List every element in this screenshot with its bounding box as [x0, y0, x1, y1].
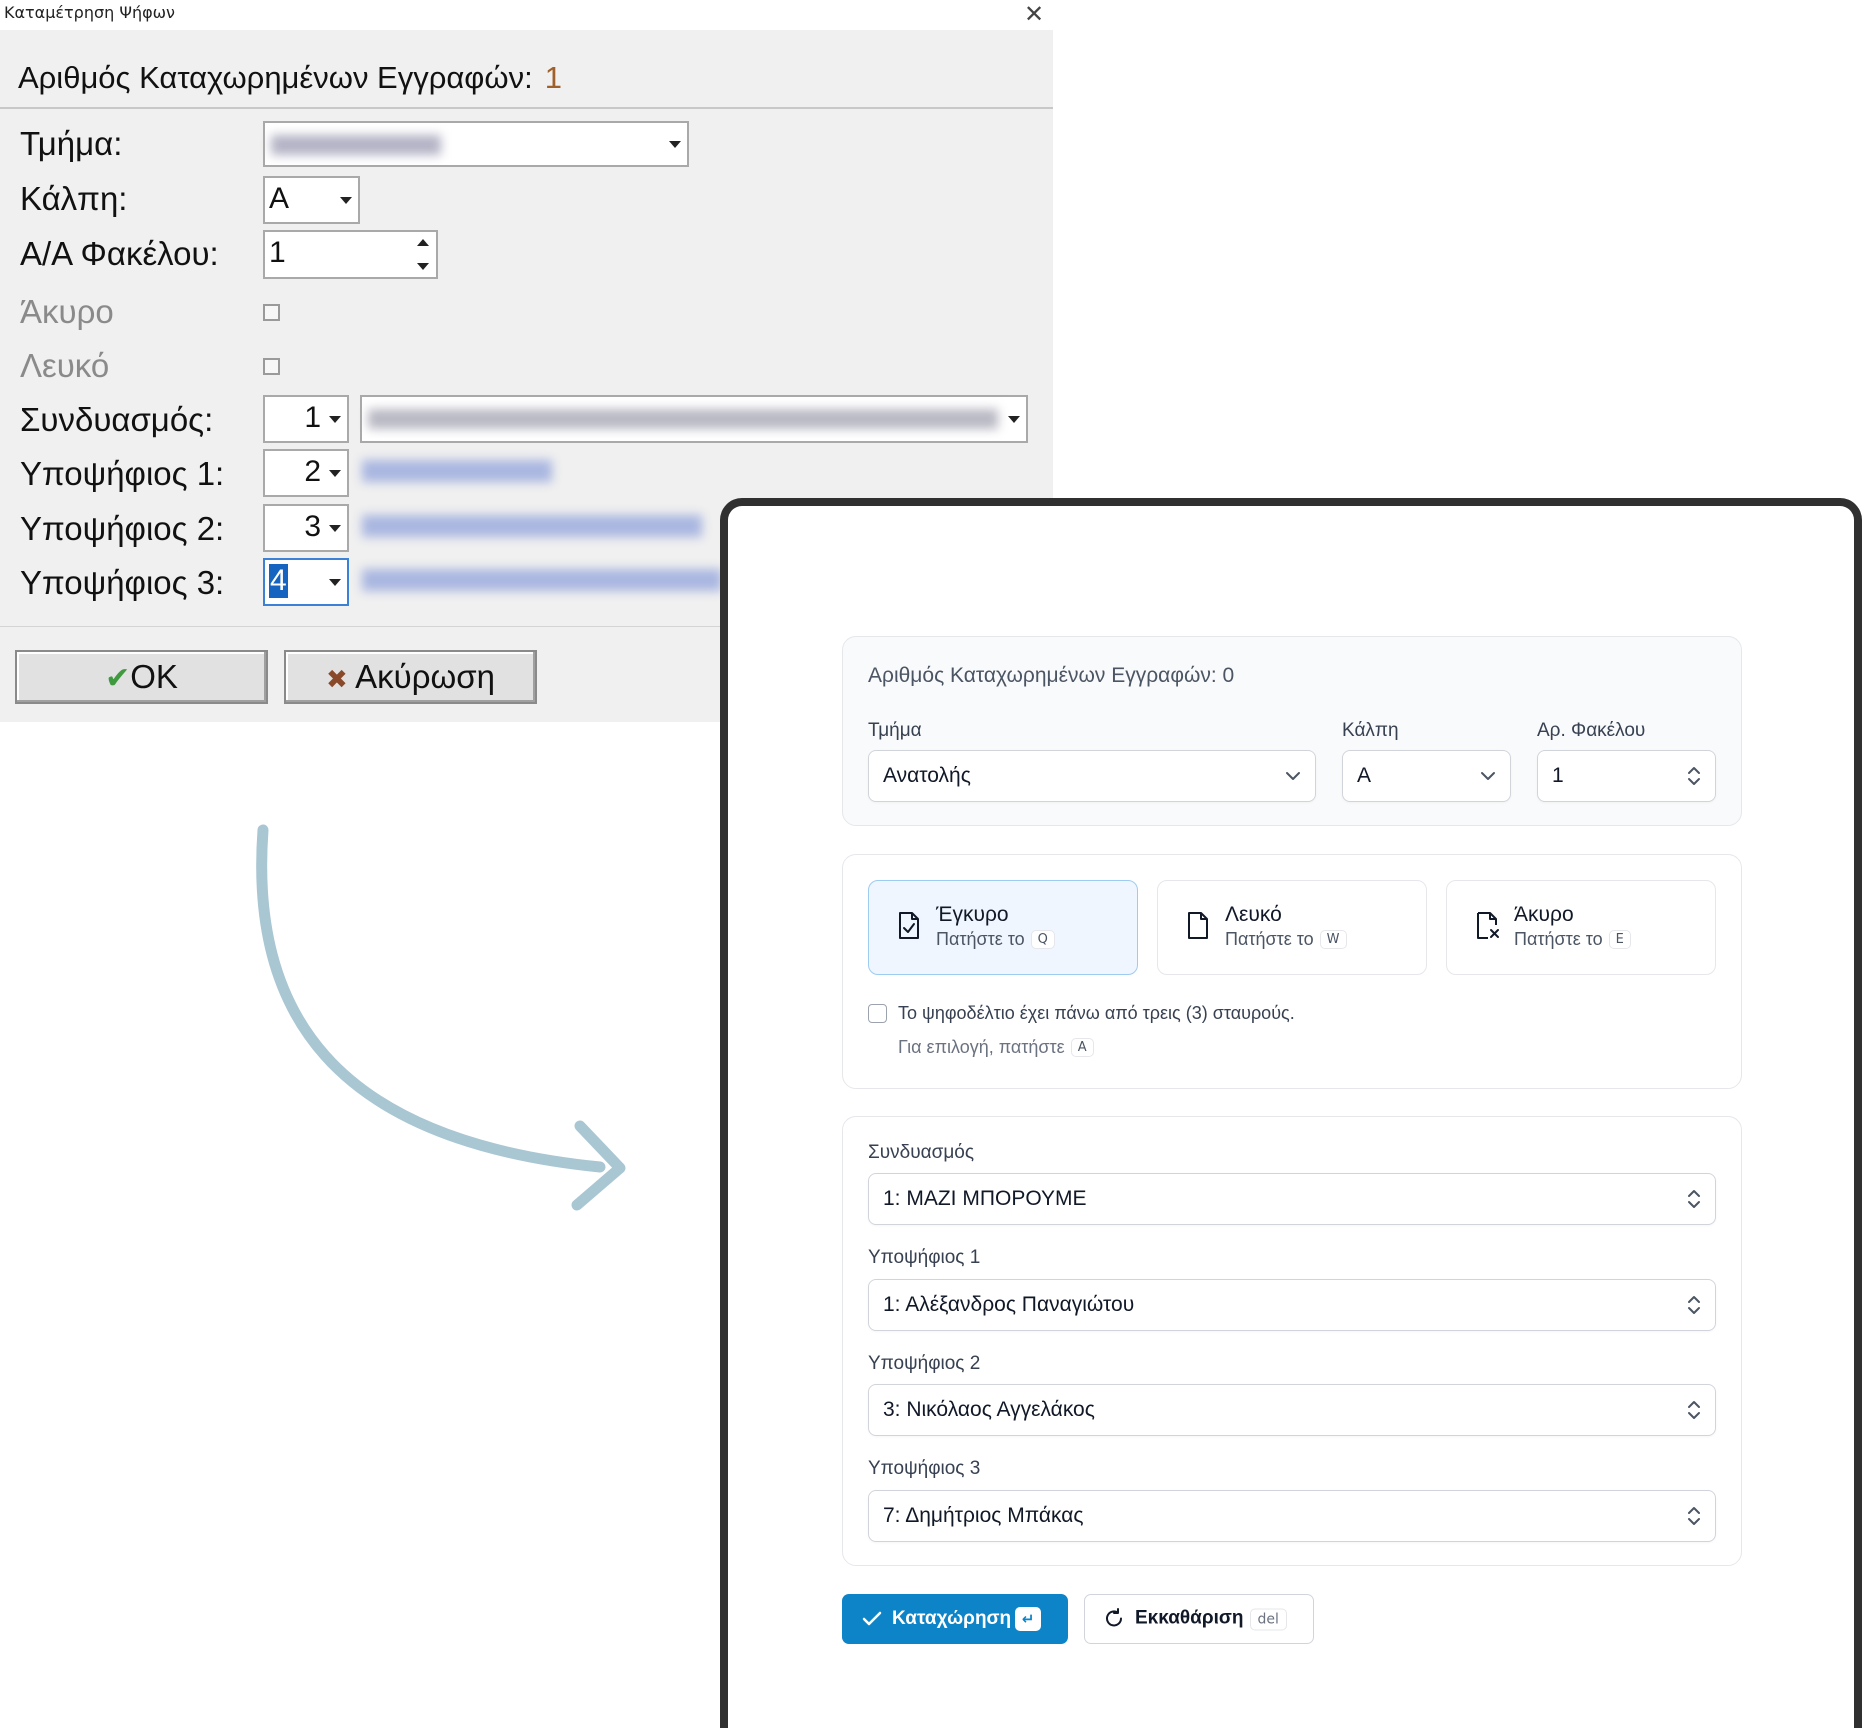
shortcut-key: W: [1319, 930, 1347, 949]
chevron-up-down-icon: [1688, 1296, 1700, 1314]
chevron-up-down-icon[interactable]: [1687, 765, 1701, 787]
chevron-up-down-icon: [1688, 1190, 1700, 1208]
over-three-crosses-label: Το ψηφοδέλτιο έχει πάνω από τρεις (3) στ…: [898, 1003, 1295, 1023]
enter-key-icon: ↵: [1015, 1607, 1042, 1631]
submit-button-label: Καταχώρηση: [892, 1608, 1012, 1629]
kalpi-select[interactable]: Α: [1342, 750, 1511, 802]
chevron-down-icon: [1286, 772, 1300, 780]
submit-button[interactable]: Καταχώρηση ↵: [842, 1594, 1068, 1644]
refresh-icon: [1106, 1607, 1122, 1627]
fakelos-label: Αρ. Φακέλου: [1537, 720, 1646, 741]
ypopsifios3-select[interactable]: 7: Δημήτριος Μπάκας: [868, 1490, 1716, 1542]
ballot-option-blank[interactable]: Λευκό Πατήστε το W: [1157, 880, 1427, 975]
tmima-value: Ανατολής: [883, 764, 971, 787]
ballot-option-hint: Πατήστε το W: [1225, 929, 1347, 950]
ballot-option-invalid[interactable]: Άκυρο Πατήστε το E: [1446, 880, 1716, 975]
over-three-crosses-hint: Για επιλογή, πατήστε A: [898, 1037, 1094, 1058]
fakelos-value: 1: [1552, 764, 1564, 787]
chevron-down-icon: [1481, 772, 1495, 780]
chevron-up-down-icon: [1688, 1401, 1700, 1419]
record-count: Αριθμός Καταχωρημένων Εγγραφών: 0: [868, 664, 1235, 687]
ypopsifios2-label: Υποψήφιος 2: [868, 1353, 981, 1374]
ypopsifios1-select[interactable]: 1: Αλέξανδρος Παναγιώτου: [868, 1279, 1716, 1331]
ballot-option-valid[interactable]: Έγκυρο Πατήστε το Q: [868, 880, 1138, 975]
check-icon: [862, 1611, 882, 1626]
ypopsifios1-value: 1: Αλέξανδρος Παναγιώτου: [883, 1293, 1135, 1316]
ypopsifios3-label: Υποψήφιος 3: [868, 1458, 981, 1479]
shortcut-key: del: [1249, 1608, 1287, 1631]
ypopsifios3-value: 7: Δημήτριος Μπάκας: [883, 1504, 1084, 1527]
fakelos-number-input[interactable]: 1: [1537, 750, 1716, 802]
tmima-select[interactable]: Ανατολής: [868, 750, 1316, 802]
over-three-crosses-checkbox[interactable]: [868, 1004, 887, 1023]
syndyasmos-select[interactable]: 1: ΜΑΖΙ ΜΠΟΡΟΥΜΕ: [868, 1173, 1716, 1225]
ballot-option-title: Λευκό: [1225, 903, 1282, 926]
shortcut-key: A: [1070, 1038, 1094, 1057]
clear-button-label: Εκκαθάριση: [1135, 1607, 1244, 1629]
file-x-icon: [1477, 912, 1499, 939]
ballot-option-title: Έγκυρο: [936, 903, 1009, 926]
file-check-icon: [899, 912, 919, 939]
clear-button[interactable]: Εκκαθάριση del: [1084, 1594, 1314, 1644]
ballot-option-title: Άκυρο: [1514, 903, 1574, 926]
syndyasmos-value: 1: ΜΑΖΙ ΜΠΟΡΟΥΜΕ: [883, 1187, 1087, 1210]
ypopsifios1-label: Υποψήφιος 1: [868, 1247, 981, 1268]
ypopsifios2-select[interactable]: 3: Νικόλαος Αγγελάκος: [868, 1384, 1716, 1436]
syndyasmos-label: Συνδυασμός: [868, 1142, 974, 1163]
tmima-label: Τμήμα: [868, 720, 922, 741]
ballot-option-hint: Πατήστε το Q: [936, 929, 1055, 950]
ypopsifios2-value: 3: Νικόλαος Αγγελάκος: [883, 1398, 1095, 1421]
shortcut-key: E: [1608, 930, 1631, 949]
shortcut-key: Q: [1030, 930, 1055, 949]
ballot-option-hint: Πατήστε το E: [1514, 929, 1631, 950]
kalpi-value: Α: [1357, 764, 1372, 787]
chevron-up-down-icon: [1688, 1507, 1700, 1525]
file-icon: [1188, 912, 1208, 939]
kalpi-label: Κάλπη: [1342, 720, 1399, 741]
